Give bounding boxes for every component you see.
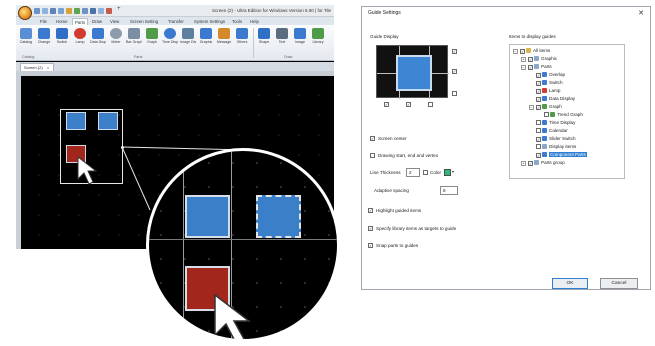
part-blue-switch-magnified[interactable] — [185, 195, 230, 238]
app-menu-icon[interactable] — [18, 6, 32, 20]
line-thickness-stepper[interactable]: 2 — [406, 168, 420, 177]
tree-item-overlap[interactable]: ✓ Overlap — [536, 72, 565, 78]
screen-center-checkbox[interactable]: ✓ — [370, 136, 375, 141]
tree-item-component-parts[interactable]: ✓ Component Parts — [536, 152, 587, 158]
tree-item-graph[interactable]: ✓ Graph — [536, 104, 562, 110]
line-thickness-label: Line Thickness — [370, 170, 401, 175]
tree-checkbox[interactable]: ✓ — [536, 105, 541, 110]
guide-left-checkbox[interactable]: ✓ — [384, 102, 389, 107]
graph-icon — [542, 104, 547, 109]
tree-item-graphic[interactable]: ✓ Graphic — [528, 56, 557, 62]
adaptive-spacing-label: Adaptive spacing — [374, 188, 409, 193]
screen-center-label: Screen center — [378, 136, 407, 141]
expand-icon[interactable]: + — [521, 57, 526, 62]
chevron-down-icon[interactable]: ▾ — [452, 169, 454, 174]
display-items-icon — [542, 144, 547, 149]
tree-item-time-display[interactable]: Time Display — [536, 120, 575, 126]
tree-checkbox[interactable]: ✓ — [536, 137, 541, 142]
guide-right-checkbox[interactable] — [428, 102, 433, 107]
calendar-icon — [542, 128, 547, 133]
snap-parts-label: Snap parts to guides — [376, 243, 419, 248]
tree-item-trend-graph[interactable]: Trend Graph — [544, 112, 583, 118]
tree-checkbox[interactable]: ✓ — [520, 49, 525, 54]
guide-display-label: Guide Display — [370, 34, 399, 39]
color-swatch[interactable] — [444, 169, 451, 176]
guide-bottom-checkbox[interactable] — [452, 91, 457, 96]
component-parts-icon — [542, 152, 547, 157]
part-blue-switch-guided[interactable] — [256, 195, 301, 238]
tree-checkbox[interactable]: ✓ — [528, 57, 533, 62]
items-to-display-label: Items to display guides — [509, 34, 556, 39]
data-display-icon — [542, 96, 547, 101]
collapse-icon[interactable]: − — [529, 105, 534, 110]
tree-checkbox[interactable] — [536, 120, 541, 125]
guide-middle-checkbox[interactable]: ✓ — [452, 69, 457, 74]
overlap-icon — [542, 72, 547, 77]
highlight-guided-checkbox[interactable]: ✓ — [368, 208, 373, 213]
specify-library-checkbox[interactable]: ✓ — [368, 226, 373, 231]
tree-item-calendar[interactable]: Calendar — [536, 128, 568, 134]
tree-checkbox[interactable] — [544, 112, 549, 117]
tree-item-data-display[interactable]: ✓ Data Display — [536, 96, 575, 102]
tree-item-lamp[interactable]: ✓ Lamp — [536, 88, 561, 94]
tree-item-slider-switch[interactable]: ✓ Slider Switch — [536, 136, 576, 142]
vertical-guide-left — [183, 151, 184, 339]
tree-checkbox[interactable]: ✓ — [536, 89, 541, 94]
tree-checkbox[interactable]: ✓ — [528, 161, 533, 166]
items-tree[interactable]: − ✓ All items + ✓ Graphic − ✓ Parts ✓ Overla… — [509, 44, 625, 179]
tree-checkbox[interactable] — [536, 144, 541, 149]
color-label: Color — [430, 170, 441, 175]
guide-top-checkbox[interactable]: ✓ — [452, 49, 457, 54]
lamp-icon — [542, 88, 547, 93]
tree-item-parts[interactable]: ✓ Parts — [528, 64, 552, 70]
snap-parts-checkbox[interactable]: ✓ — [368, 243, 373, 248]
clock-icon — [542, 120, 547, 125]
color-checkbox[interactable] — [423, 170, 428, 175]
tree-item-display-items[interactable]: Display items — [536, 144, 576, 150]
tree-checkbox[interactable] — [536, 128, 541, 133]
close-icon[interactable]: ✕ — [638, 9, 644, 17]
drawing-points-label: Drawing start, end and vertex — [378, 153, 439, 158]
ok-button[interactable]: OK — [552, 278, 588, 289]
guide-center-checkbox[interactable]: ✓ — [406, 102, 411, 107]
tree-checkbox[interactable]: ✓ — [536, 81, 541, 86]
graphic-icon — [534, 56, 539, 61]
switch-icon — [542, 80, 547, 85]
parts-group-icon — [534, 160, 539, 165]
expand-icon[interactable]: + — [521, 161, 526, 166]
adaptive-spacing-stepper[interactable]: 8 — [440, 186, 458, 195]
tree-checkbox[interactable]: ✓ — [536, 73, 541, 78]
cancel-button[interactable]: Cancel — [600, 278, 638, 289]
tree-item-switch[interactable]: ✓ Switch — [536, 80, 563, 86]
slider-icon — [542, 136, 547, 141]
parts-icon — [534, 64, 539, 69]
collapse-icon[interactable]: − — [521, 65, 526, 70]
horizontal-guide — [149, 239, 337, 240]
highlight-guided-label: Highlight guided items — [376, 208, 422, 213]
guide-settings-dialog: Guide Settings ✕ Guide Display ✓ ✓ ✓ ✓ ✓… — [361, 6, 651, 290]
tree-item-all-items[interactable]: ✓ All items — [520, 48, 550, 54]
collapse-icon[interactable]: − — [513, 49, 518, 54]
tree-checkbox[interactable]: ✓ — [528, 65, 533, 70]
drawing-points-checkbox[interactable] — [370, 153, 375, 158]
guide-preview — [376, 45, 449, 99]
specify-library-label: Specify library items as targets to guid… — [376, 226, 457, 231]
trend-graph-icon — [550, 112, 555, 117]
tree-checkbox[interactable]: ✓ — [536, 153, 541, 158]
dialog-title: Guide Settings — [368, 10, 401, 16]
tree-item-parts-group[interactable]: ✓ Parts group — [528, 160, 565, 166]
folder-icon — [526, 48, 531, 53]
tree-checkbox[interactable]: ✓ — [536, 97, 541, 102]
magnified-view — [146, 148, 340, 342]
cursor-arrow-icon — [214, 293, 252, 339]
preview-part — [396, 55, 432, 91]
